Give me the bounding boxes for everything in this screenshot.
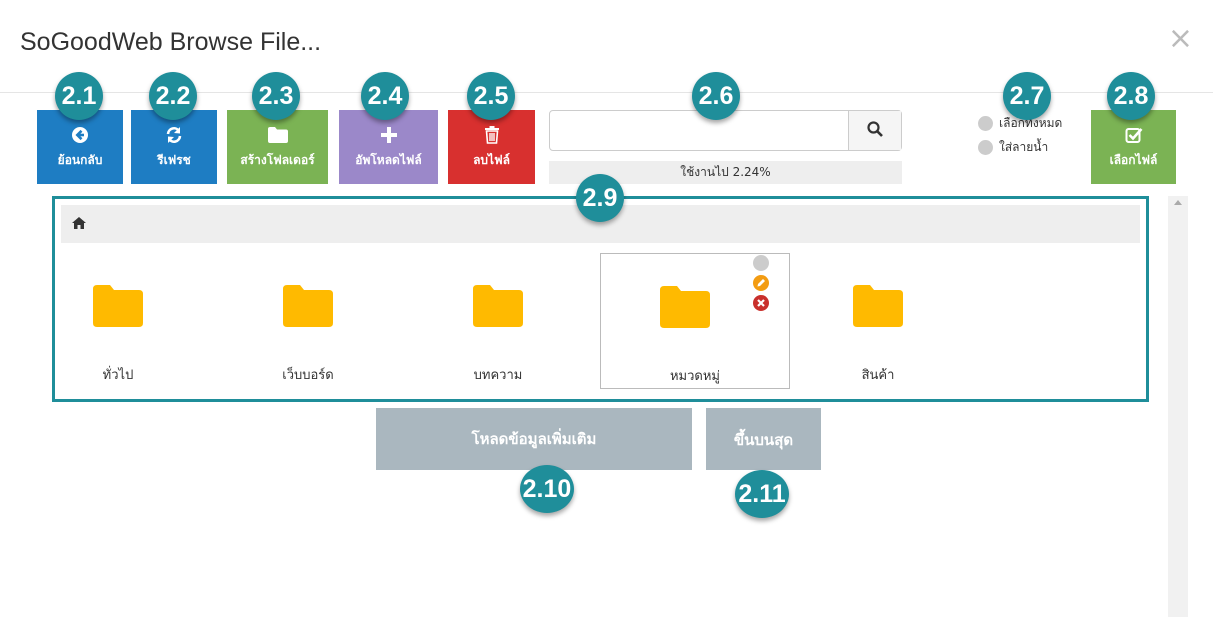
select-file-label: เลือกไฟล์ <box>1109 152 1158 167</box>
folder-icon <box>267 125 288 145</box>
folder-item[interactable]: ทั่วไป <box>23 253 213 389</box>
select-file-button[interactable]: เลือกไฟล์ <box>1091 110 1176 184</box>
file-browser: ทั่วไป เว็บบอร์ด บทความ หมวดหมู่ สินค้า <box>52 196 1149 402</box>
annotation-badge: 2.3 <box>252 72 300 120</box>
folder-item[interactable]: บทความ <box>403 253 593 389</box>
upload-button[interactable]: อัพโหลดไฟล์ <box>339 110 438 184</box>
watermark-radio[interactable] <box>978 140 993 155</box>
refresh-button[interactable]: รีเฟรช <box>131 110 217 184</box>
folder-name: หมวดหมู่ <box>669 369 721 384</box>
trash-icon <box>484 125 500 145</box>
annotation-badge: 2.10 <box>520 465 574 513</box>
scrollbar[interactable] <box>1168 196 1188 617</box>
folder-name: สินค้า <box>861 368 895 383</box>
folder-icon <box>853 285 903 327</box>
folder-icon <box>283 285 333 327</box>
home-icon[interactable] <box>72 217 86 229</box>
edit-icon[interactable] <box>753 275 769 291</box>
folder-item[interactable]: สินค้า <box>783 253 973 389</box>
plus-icon <box>380 125 397 145</box>
dialog-title: SoGoodWeb Browse File... <box>20 28 322 56</box>
annotation-badge: 2.2 <box>149 72 197 120</box>
delete-button[interactable]: ลบไฟล์ <box>448 110 535 184</box>
delete-icon[interactable] <box>753 295 769 311</box>
refresh-label: รีเฟรช <box>157 152 191 167</box>
delete-label: ลบไฟล์ <box>473 152 510 167</box>
back-label: ย้อนกลับ <box>57 152 103 167</box>
check-square-icon <box>1125 125 1143 145</box>
select-toggle[interactable] <box>753 255 769 271</box>
watermark-option[interactable]: ใส่ลายน้ำ <box>978 138 1048 157</box>
load-more-button[interactable]: โหลดข้อมูลเพิ่มเติม <box>376 408 692 470</box>
search-button[interactable] <box>848 111 901 150</box>
new-folder-button[interactable]: สร้างโฟลเดอร์ <box>227 110 328 184</box>
scroll-up-arrow-icon[interactable] <box>1174 200 1182 205</box>
search-input[interactable] <box>550 111 850 150</box>
arrow-circle-left-icon <box>71 125 89 145</box>
refresh-icon <box>165 125 183 145</box>
folder-icon <box>660 286 710 328</box>
annotation-badge: 2.7 <box>1003 72 1051 120</box>
folder-item[interactable]: เว็บบอร์ด <box>213 253 403 389</box>
upload-label: อัพโหลดไฟล์ <box>355 152 422 167</box>
watermark-label: ใส่ลายน้ำ <box>999 140 1049 154</box>
annotation-badge: 2.6 <box>692 72 740 120</box>
new-folder-label: สร้างโฟลเดอร์ <box>240 152 315 167</box>
folder-name: ทั่วไป <box>102 368 134 383</box>
annotation-badge: 2.9 <box>576 174 624 222</box>
select-all-radio[interactable] <box>978 116 993 131</box>
folder-item-selected[interactable]: หมวดหมู่ <box>600 253 790 389</box>
search-icon <box>867 120 883 141</box>
folder-name: เว็บบอร์ด <box>282 368 334 383</box>
annotation-badge: 2.11 <box>735 470 789 518</box>
folder-icon <box>93 285 143 327</box>
annotation-badge: 2.8 <box>1107 72 1155 120</box>
folder-name: บทความ <box>473 368 523 383</box>
storage-usage-text: ใช้งานไป 2.24% <box>680 165 771 179</box>
close-icon[interactable]: × <box>1168 24 1193 54</box>
back-button[interactable]: ย้อนกลับ <box>37 110 123 184</box>
annotation-badge: 2.5 <box>467 72 515 120</box>
back-to-top-button[interactable]: ขึ้นบนสุด <box>706 408 821 470</box>
annotation-badge: 2.4 <box>361 72 409 120</box>
annotation-badge: 2.1 <box>55 72 103 120</box>
folder-icon <box>473 285 523 327</box>
